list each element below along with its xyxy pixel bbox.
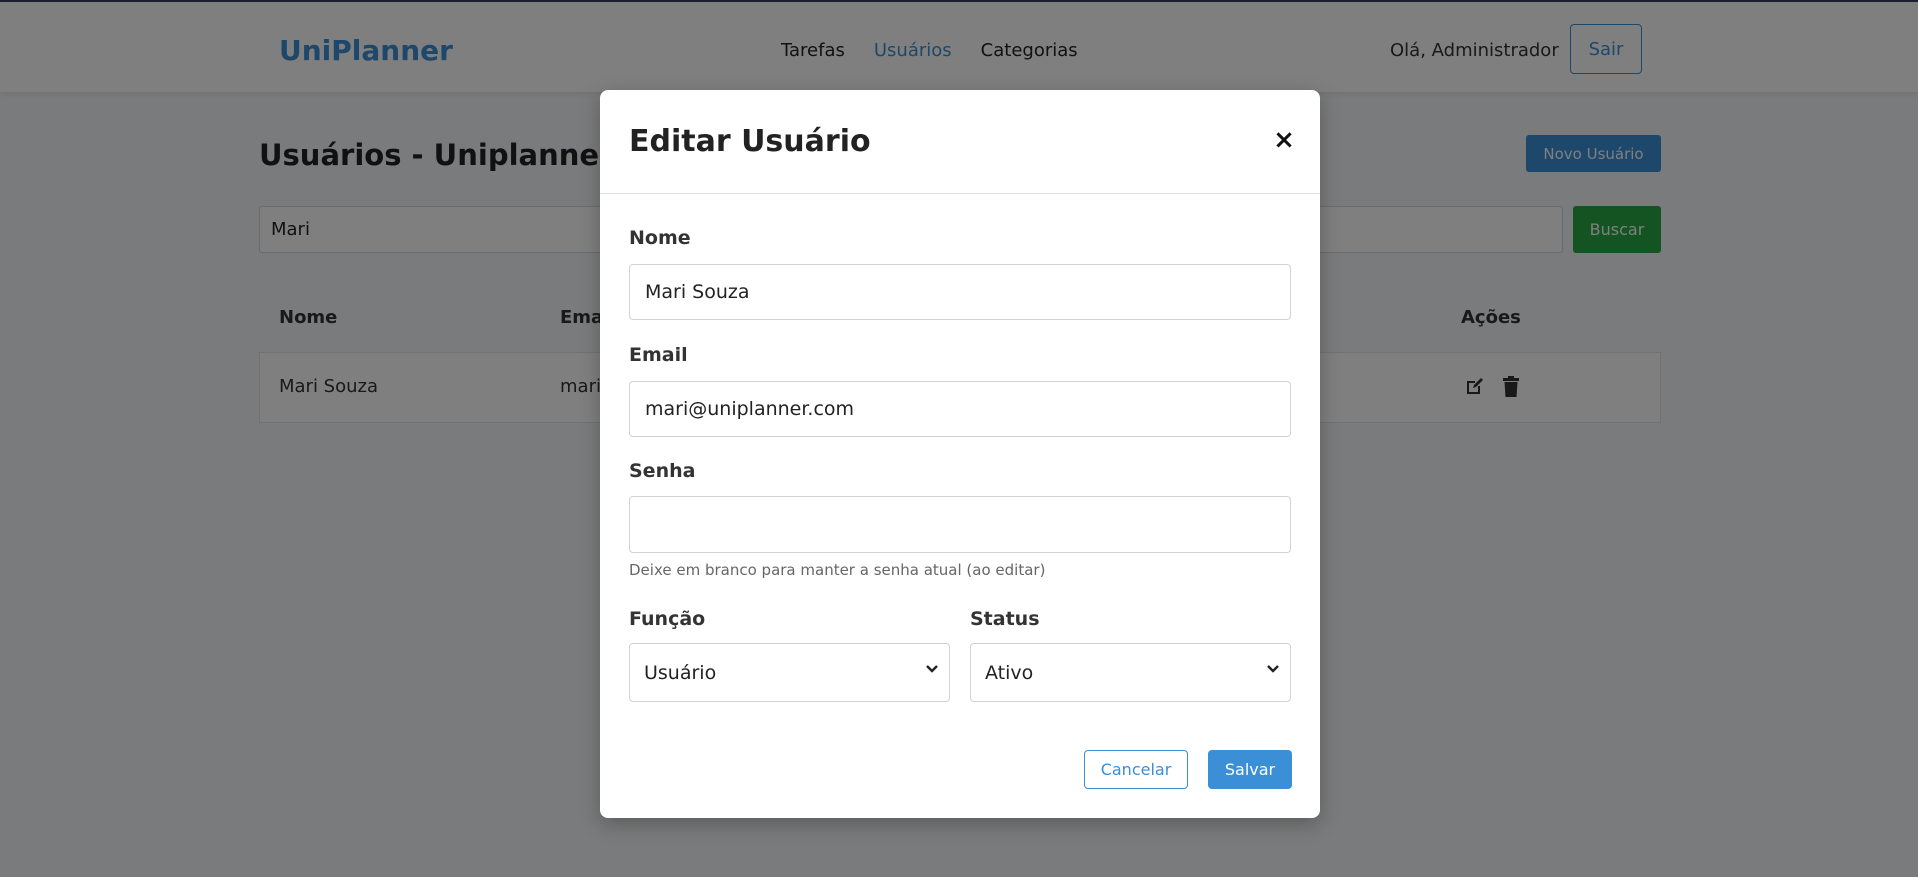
name-field[interactable]: Mari Souza (629, 264, 1291, 320)
role-label: Função (629, 608, 706, 630)
status-select-value: Ativo (985, 661, 1034, 684)
email-field[interactable]: mari@uniplanner.com (629, 381, 1291, 437)
modal-header: Editar Usuário × (600, 90, 1320, 194)
password-help-text: Deixe em branco para manter a senha atua… (629, 561, 1046, 579)
modal-title: Editar Usuário (629, 124, 871, 159)
save-button[interactable]: Salvar (1208, 750, 1292, 789)
close-icon[interactable]: × (1272, 125, 1296, 155)
edit-user-modal: Editar Usuário × Nome Mari Souza Email m… (600, 90, 1320, 818)
role-select-value: Usuário (644, 661, 717, 684)
status-label: Status (970, 608, 1040, 630)
role-select[interactable]: Usuário (629, 643, 950, 702)
status-select[interactable]: Ativo (970, 643, 1291, 702)
email-label: Email (629, 344, 688, 366)
name-label: Nome (629, 227, 691, 249)
password-field[interactable] (629, 496, 1291, 553)
cancel-button[interactable]: Cancelar (1084, 750, 1188, 789)
password-label: Senha (629, 460, 696, 482)
chevron-down-icon (1267, 665, 1279, 673)
chevron-down-icon (926, 665, 938, 673)
